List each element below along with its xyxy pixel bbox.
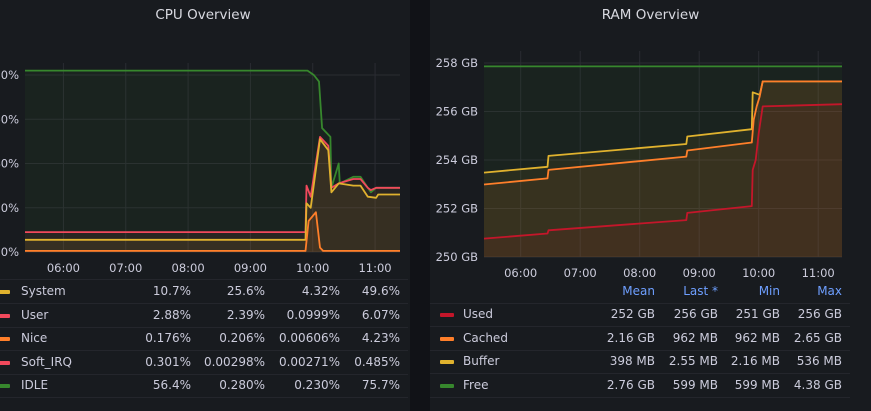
series-stat-value: 6.07% <box>361 307 400 322</box>
series-name[interactable]: IDLE <box>21 378 48 392</box>
series-stat-value: 2.65 GB <box>793 330 842 345</box>
series-stat-value: 75.7% <box>361 378 400 392</box>
cpu-chart[interactable]: 0%20%40%60%80%06:0007:0008:0009:0010:001… <box>0 0 410 280</box>
legend-row[interactable]: IDLE 56.4% 0.280% 0.230% 75.7% <box>0 374 408 398</box>
series-stat-value: 2.88% <box>152 307 191 322</box>
x-tick-label: 06:00 <box>504 266 537 280</box>
legend-header-last[interactable]: Last * <box>683 284 718 298</box>
series-stat-value: 2.55 MB <box>668 354 718 368</box>
series-color-swatch <box>0 290 10 294</box>
x-tick-label: 07:00 <box>564 266 597 280</box>
legend-header-mean[interactable]: Mean <box>622 284 655 298</box>
series-color-swatch <box>0 360 10 365</box>
series-stat-value: 0.00271% <box>278 354 340 369</box>
series-name[interactable]: User <box>21 308 48 322</box>
series-color-swatch <box>440 383 454 388</box>
series-stat-value: 10.7% <box>152 284 191 298</box>
series-color-swatch <box>440 336 454 341</box>
y-tick-label: 40% <box>0 157 19 171</box>
legend-row[interactable]: Nice 0.176% 0.206% 0.00606% 4.23% <box>0 327 408 351</box>
series-stat-value: 256 GB <box>797 307 842 321</box>
series-stat-value: 4.32% <box>301 284 340 298</box>
series-stat-value: 4.38 GB <box>793 377 842 392</box>
series-stat-value: 0.206% <box>219 331 265 345</box>
y-tick-label: 250 GB <box>436 250 479 264</box>
cpu-overview-panel: CPU Overview 0%20%40%60%80%06:0007:0008:… <box>0 0 410 411</box>
series-stat-value: 2.16 GB <box>606 330 655 345</box>
series-name[interactable]: Buffer <box>463 354 499 368</box>
series-stat-value: 25.6% <box>226 284 265 298</box>
series-name[interactable]: System <box>21 284 66 298</box>
legend-header: Mean Last * Min Max <box>430 280 850 304</box>
y-tick-label: 252 GB <box>436 202 479 216</box>
series-stat-value: 0.176% <box>145 331 191 345</box>
series-stat-value: 0.230% <box>294 378 340 392</box>
x-tick-label: 10:00 <box>742 266 775 280</box>
series-stat-value: 56.4% <box>152 378 191 392</box>
series-stat-value: 0.301% <box>145 354 191 369</box>
series-color-swatch <box>440 313 454 317</box>
x-tick-label: 11:00 <box>802 266 835 280</box>
ram-overview-panel: RAM Overview 250 GB 252 GB 254 GB 256 GB 258… <box>430 0 871 411</box>
legend-row[interactable]: Cached 2.16 GB 962 MB 962 MB 2.65 GB <box>430 327 850 351</box>
series-stat-value: 0.280% <box>219 378 265 392</box>
series-stat-value: 0.00606% <box>278 331 340 345</box>
series-stat-value: 0.0999% <box>286 307 340 322</box>
series-stat-value: 962 MB <box>672 330 718 345</box>
x-tick-label: 08:00 <box>623 266 656 280</box>
legend-row[interactable]: Free 2.76 GB 599 MB 599 MB 4.38 GB <box>430 374 850 398</box>
y-tick-label: 258 GB <box>436 56 479 70</box>
legend-divider <box>0 257 408 280</box>
legend-row[interactable]: User 2.88% 2.39% 0.0999% 6.07% <box>0 304 408 328</box>
series-color-swatch <box>0 337 10 341</box>
legend-row[interactable]: Soft_IRQ 0.301% 0.00298% 0.00271% 0.485% <box>0 351 408 375</box>
series-stat-value: 252 GB <box>610 307 655 321</box>
series-stat-value: 2.76 GB <box>606 377 655 392</box>
series-stat-value: 2.39% <box>226 307 265 322</box>
legend-header-min[interactable]: Min <box>759 284 780 298</box>
legend-row[interactable]: Used 252 GB 256 GB 251 GB 256 GB <box>430 303 850 327</box>
series-name[interactable]: Nice <box>21 331 47 345</box>
y-tick-label: 20% <box>0 201 19 215</box>
series-stat-value: 536 MB <box>796 354 842 368</box>
legend-row[interactable]: System 10.7% 25.6% 4.32% 49.6% <box>0 280 408 304</box>
series-stat-value: 962 MB <box>734 330 780 345</box>
series-name[interactable]: Soft_IRQ <box>21 355 72 369</box>
legend-row[interactable]: Buffer 398 MB 2.55 MB 2.16 MB 536 MB <box>430 350 850 374</box>
y-tick-label: 80% <box>0 68 19 82</box>
x-tick-label: 09:00 <box>683 266 716 280</box>
legend-header-max[interactable]: Max <box>817 284 842 298</box>
series-color-swatch <box>0 313 10 318</box>
series-stat-value: 398 MB <box>609 354 655 368</box>
series-stat-value: 0.00298% <box>203 354 265 369</box>
series-name[interactable]: Used <box>463 307 493 321</box>
y-tick-label: 254 GB <box>436 153 479 167</box>
series-stat-value: 599 MB <box>672 377 718 392</box>
ram-chart[interactable]: 250 GB 252 GB 254 GB 256 GB 258 GB 06:00 07:00… <box>430 0 871 280</box>
series-stat-value: 256 GB <box>673 307 718 321</box>
series-name[interactable]: Cached <box>463 331 508 345</box>
series-stat-value: 251 GB <box>735 307 780 321</box>
series-stat-value: 49.6% <box>361 284 400 298</box>
y-tick-label: 256 GB <box>436 105 479 119</box>
series-stat-value: 4.23% <box>361 331 400 345</box>
y-tick-label: 60% <box>0 112 19 126</box>
series-color-swatch <box>440 360 454 364</box>
series-name[interactable]: Free <box>463 378 488 392</box>
series-stat-value: 0.485% <box>354 354 400 369</box>
series-stat-value: 599 MB <box>734 377 780 392</box>
series-color-swatch <box>0 384 10 388</box>
series-stat-value: 2.16 MB <box>730 354 780 368</box>
